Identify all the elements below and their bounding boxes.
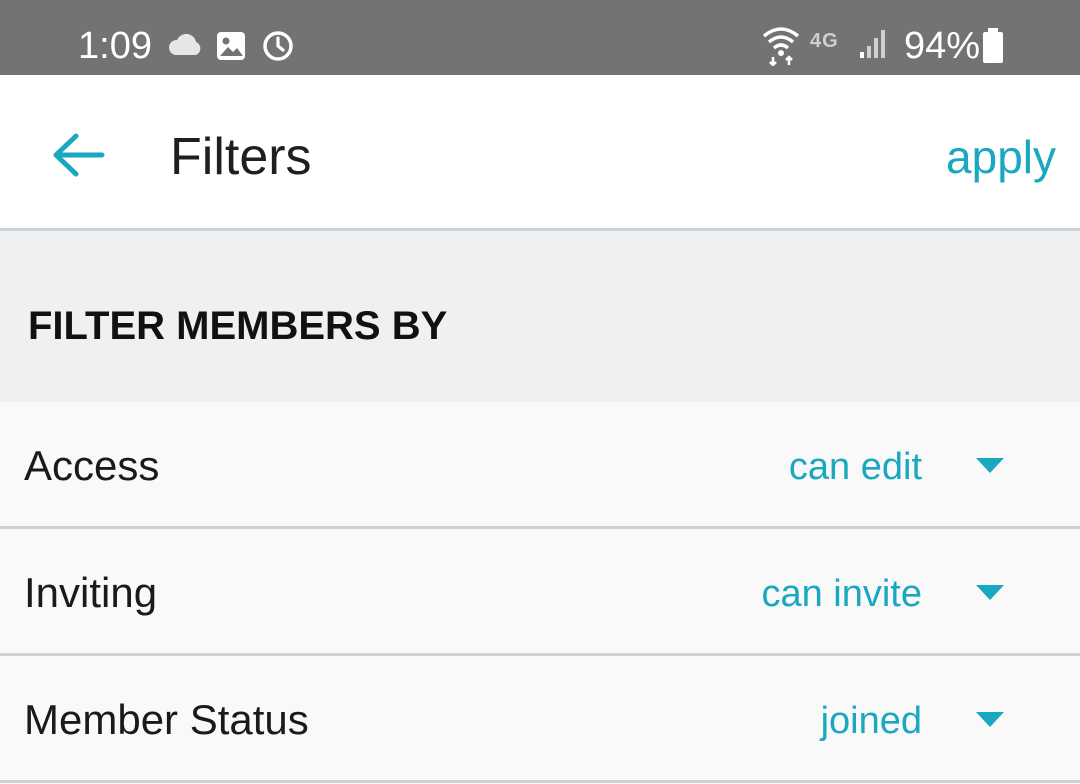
section-header: FILTER MEMBERS BY [0, 231, 1080, 402]
status-bar: 1:09 4G 94% [0, 0, 1080, 75]
status-time: 1:09 [78, 25, 152, 67]
battery-icon [982, 28, 1004, 69]
dropdown-arrow-icon[interactable] [976, 712, 1004, 728]
back-button[interactable] [48, 127, 110, 183]
app-bar: Filters apply [0, 75, 1080, 231]
image-icon [216, 31, 246, 66]
filter-label: Access [24, 442, 160, 489]
filter-row-inviting[interactable]: Inviting can invite [0, 529, 1080, 656]
apply-button[interactable]: apply [946, 127, 1056, 187]
cloud-icon [167, 33, 203, 61]
filter-row-member-status[interactable]: Member Status joined [0, 656, 1080, 783]
page-title: Filters [170, 128, 312, 186]
filter-value[interactable]: can invite [761, 571, 922, 617]
network-type-label: 4G [810, 30, 839, 52]
section-title: FILTER MEMBERS BY [28, 304, 448, 348]
battery-percent: 94% [904, 25, 981, 67]
filter-label: Member Status [24, 696, 309, 743]
back-arrow-icon [48, 133, 110, 187]
filter-label: Inviting [24, 569, 158, 616]
wifi-icon [762, 26, 800, 71]
filter-row-access[interactable]: Access can edit [0, 402, 1080, 529]
dropdown-arrow-icon[interactable] [976, 458, 1004, 474]
filter-value[interactable]: joined [821, 698, 922, 744]
alarm-icon [262, 30, 294, 67]
signal-icon [858, 28, 888, 65]
dropdown-arrow-icon[interactable] [976, 585, 1004, 601]
filter-value[interactable]: can edit [789, 444, 922, 490]
